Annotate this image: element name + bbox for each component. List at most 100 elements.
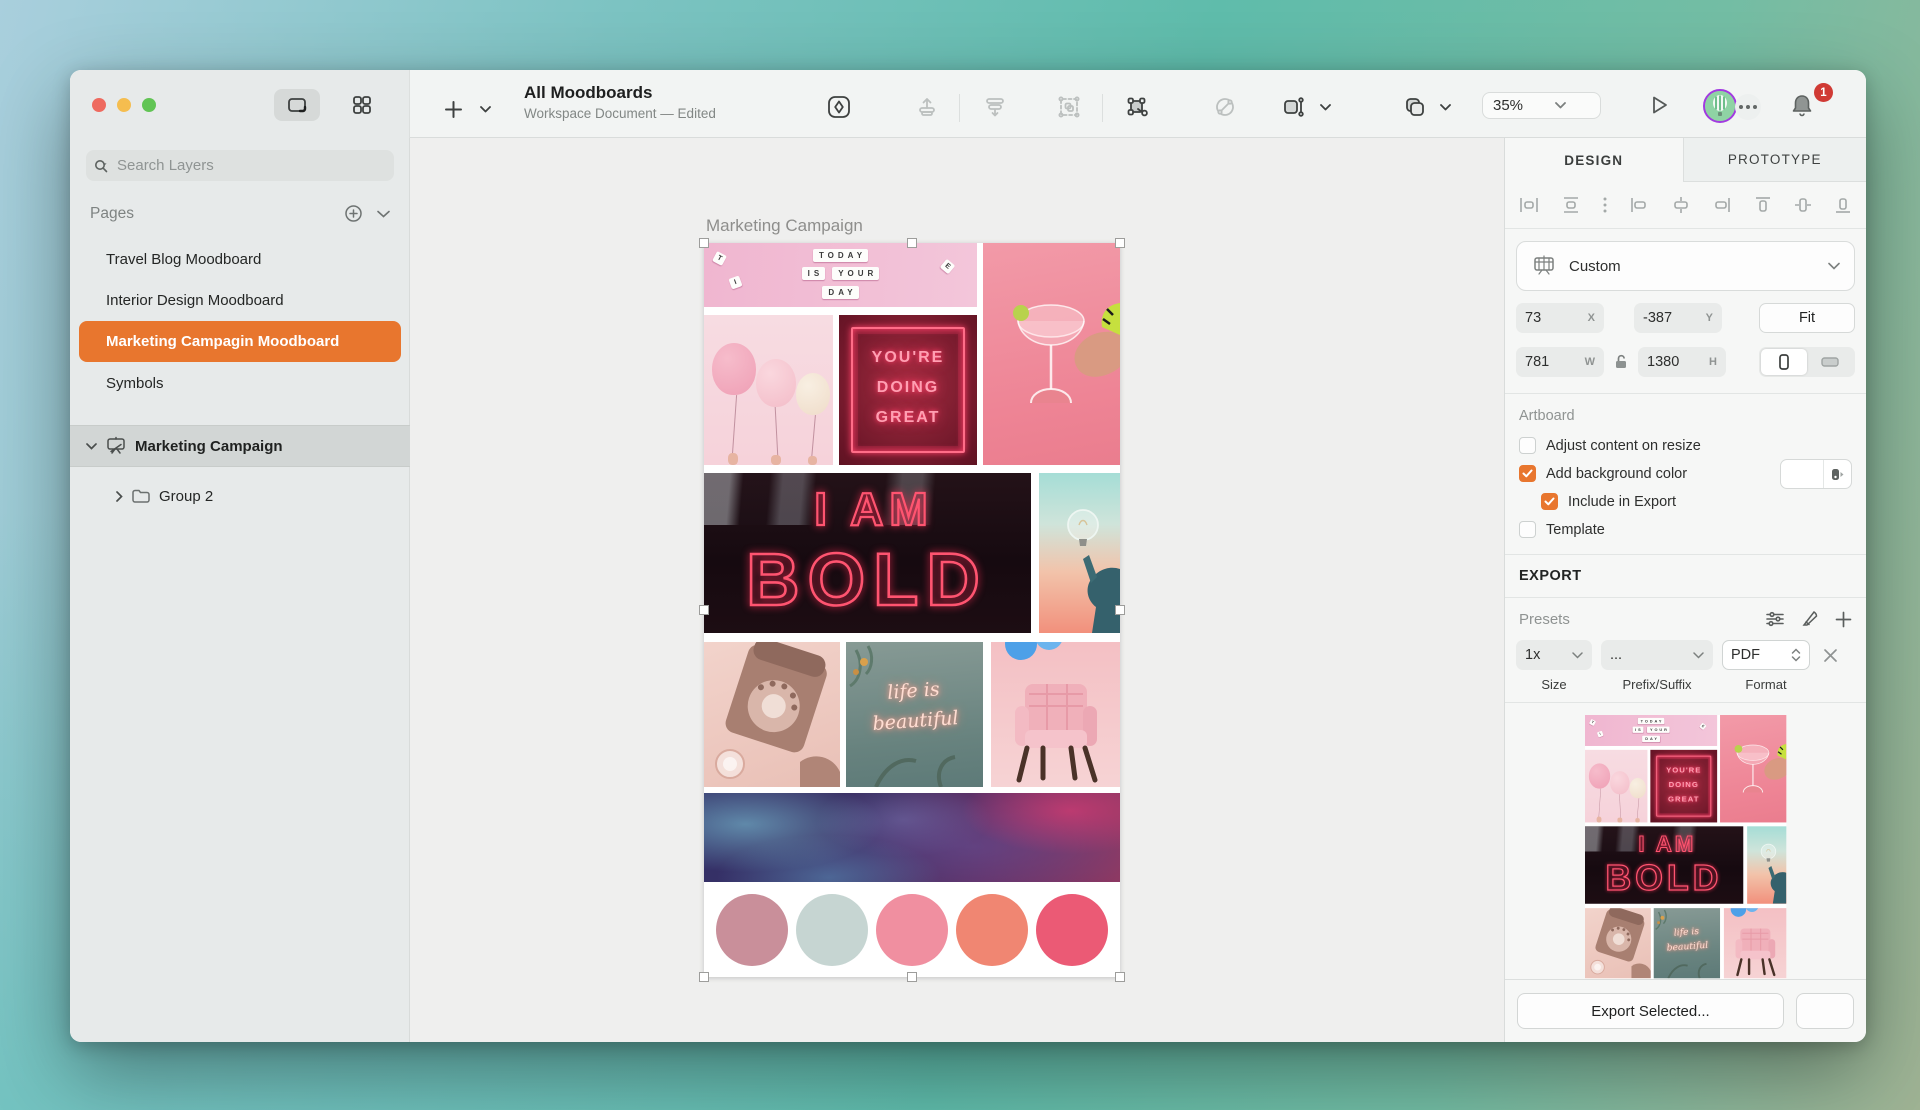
align-bottom-icon[interactable] <box>1834 195 1852 215</box>
sidebar-page-travel-blog[interactable]: Travel Blog Moodboard <box>70 239 410 280</box>
sidebar-page-interior-design[interactable]: Interior Design Moodboard <box>70 280 410 321</box>
image-today-tiles[interactable]: TODAY IS YOUR DAY T I E <box>704 243 977 307</box>
fit-button[interactable]: Fit <box>1759 303 1855 333</box>
distribute-horizontally-icon[interactable] <box>1519 196 1539 214</box>
selection-handle-w[interactable] <box>699 605 709 615</box>
artboard-title[interactable]: Marketing Campaign <box>706 216 863 236</box>
palette-swatch-3[interactable] <box>876 894 948 966</box>
canvas[interactable]: Marketing Campaign TODAY IS YOUR DAY T I… <box>410 138 1504 1042</box>
sidebar-page-symbols[interactable]: Symbols <box>70 363 410 404</box>
image-neon-life-is-beautiful[interactable]: life is beautiful <box>1653 908 1719 978</box>
preview-play-button[interactable] <box>1647 93 1671 117</box>
image-lightbulb-hand[interactable] <box>1747 826 1786 903</box>
artboard[interactable]: TODAY IS YOUR DAY T I E <box>704 243 1120 977</box>
selection-handle-nw[interactable] <box>699 238 709 248</box>
close-button[interactable] <box>92 98 106 112</box>
search-field[interactable] <box>86 150 394 181</box>
avatar[interactable] <box>1703 89 1737 123</box>
lock-aspect-icon[interactable] <box>1614 354 1628 370</box>
add-page-button[interactable] <box>344 204 363 223</box>
export-prefix-select[interactable]: ... <box>1601 640 1713 670</box>
checkbox-unchecked[interactable] <box>1519 521 1536 538</box>
resize-button[interactable] <box>1281 95 1305 119</box>
remove-preset-icon[interactable] <box>1823 648 1838 663</box>
image-neon-youre-doing-great[interactable]: YOU'RE DOING GREAT <box>1650 750 1717 823</box>
landscape-orientation-button[interactable] <box>1807 349 1853 375</box>
image-neon-youre-doing-great[interactable]: YOU'RE DOING GREAT <box>839 315 977 465</box>
artboard-preset-dropdown[interactable]: Custom <box>1516 241 1855 291</box>
group-button[interactable] <box>1057 95 1081 119</box>
width-field[interactable]: 781W <box>1516 347 1604 377</box>
checkbox-unchecked[interactable] <box>1519 437 1536 454</box>
export-size-select[interactable]: 1x <box>1516 640 1592 670</box>
portrait-orientation-button[interactable] <box>1761 349 1807 375</box>
search-input[interactable] <box>117 157 357 174</box>
image-cocktail-hand[interactable] <box>983 243 1120 465</box>
sidebar-page-marketing-campaign[interactable]: Marketing Campagin Moodboard <box>79 321 401 362</box>
grid-view-button[interactable] <box>342 89 382 121</box>
align-right-icon[interactable] <box>1712 196 1732 214</box>
image-lightbulb-hand[interactable] <box>1039 473 1120 633</box>
resize-chevron[interactable] <box>1320 104 1331 111</box>
edit-vector-button[interactable] <box>1125 95 1149 119</box>
image-rotary-phone[interactable] <box>704 642 840 787</box>
layer-row-artboard[interactable]: Marketing Campaign <box>70 425 410 467</box>
image-neon-life-is-beautiful[interactable]: life is beautiful <box>846 642 983 787</box>
option-add-background[interactable]: Add background color <box>1519 465 1852 482</box>
insert-chevron[interactable] <box>480 106 491 113</box>
artboard[interactable]: TODAY IS YOUR DAY T I E <box>1585 715 1786 979</box>
insert-shape-button[interactable] <box>826 94 852 120</box>
orientation-toggle[interactable] <box>1759 347 1855 377</box>
share-button[interactable] <box>1796 993 1854 1029</box>
more-align-icon[interactable] <box>1603 197 1607 213</box>
image-neon-i-am-bold[interactable]: I AM BOLD <box>1585 826 1743 903</box>
selection-handle-se[interactable] <box>1115 972 1125 982</box>
tab-design[interactable]: DESIGN <box>1505 138 1683 182</box>
add-preset-icon[interactable] <box>1835 611 1852 628</box>
selection-handle-e[interactable] <box>1115 605 1125 615</box>
checkbox-checked[interactable] <box>1541 493 1558 510</box>
slice-knife-icon[interactable] <box>1801 610 1819 628</box>
canvas-view-button[interactable] <box>274 89 320 121</box>
image-smoke[interactable] <box>704 793 1120 882</box>
selection-handle-n[interactable] <box>907 238 917 248</box>
tab-prototype[interactable]: PROTOTYPE <box>1683 138 1867 182</box>
image-balloons[interactable] <box>1585 750 1647 823</box>
image-pink-armchair[interactable] <box>991 642 1120 787</box>
collapse-pages-button[interactable] <box>377 210 390 218</box>
palette-swatch-1[interactable] <box>716 894 788 966</box>
rotate-button[interactable] <box>1213 95 1237 119</box>
checkbox-checked[interactable] <box>1519 465 1536 482</box>
background-color-well[interactable] <box>1780 459 1852 489</box>
option-adjust-content[interactable]: Adjust content on resize <box>1519 437 1852 454</box>
upload-button[interactable] <box>915 95 939 119</box>
selection-handle-s[interactable] <box>907 972 917 982</box>
maximize-button[interactable] <box>142 98 156 112</box>
image-cocktail-hand[interactable] <box>1720 715 1786 822</box>
x-position-field[interactable]: 73X <box>1516 303 1604 333</box>
notifications-button[interactable] <box>1788 92 1816 120</box>
align-center-v-icon[interactable] <box>1794 195 1812 215</box>
selection-handle-sw[interactable] <box>699 972 709 982</box>
palette-swatch-4[interactable] <box>956 894 1028 966</box>
y-position-field[interactable]: -387Y <box>1634 303 1722 333</box>
option-include-in-export[interactable]: Include in Export <box>1541 493 1852 510</box>
align-top-icon[interactable] <box>1754 195 1772 215</box>
palette-swatch-2[interactable] <box>796 894 868 966</box>
zoom-select[interactable]: 35% <box>1482 92 1601 119</box>
export-settings-icon[interactable] <box>1765 611 1785 627</box>
selection-handle-ne[interactable] <box>1115 238 1125 248</box>
image-balloons[interactable] <box>704 315 833 465</box>
export-format-stepper[interactable]: PDF <box>1722 640 1810 670</box>
image-neon-i-am-bold[interactable]: I AM BOLD <box>704 473 1031 633</box>
boolean-chevron[interactable] <box>1440 104 1451 111</box>
layer-row-group2[interactable]: Group 2 <box>70 475 410 517</box>
insert-button[interactable] <box>444 100 463 119</box>
export-selected-button[interactable]: Export Selected... <box>1517 993 1784 1029</box>
minimize-button[interactable] <box>117 98 131 112</box>
align-left-icon[interactable] <box>1629 196 1649 214</box>
distribute-vertically-icon[interactable] <box>1561 196 1581 214</box>
distribute-button[interactable] <box>983 95 1007 119</box>
palette-swatch-5[interactable] <box>1036 894 1108 966</box>
height-field[interactable]: 1380H <box>1638 347 1726 377</box>
